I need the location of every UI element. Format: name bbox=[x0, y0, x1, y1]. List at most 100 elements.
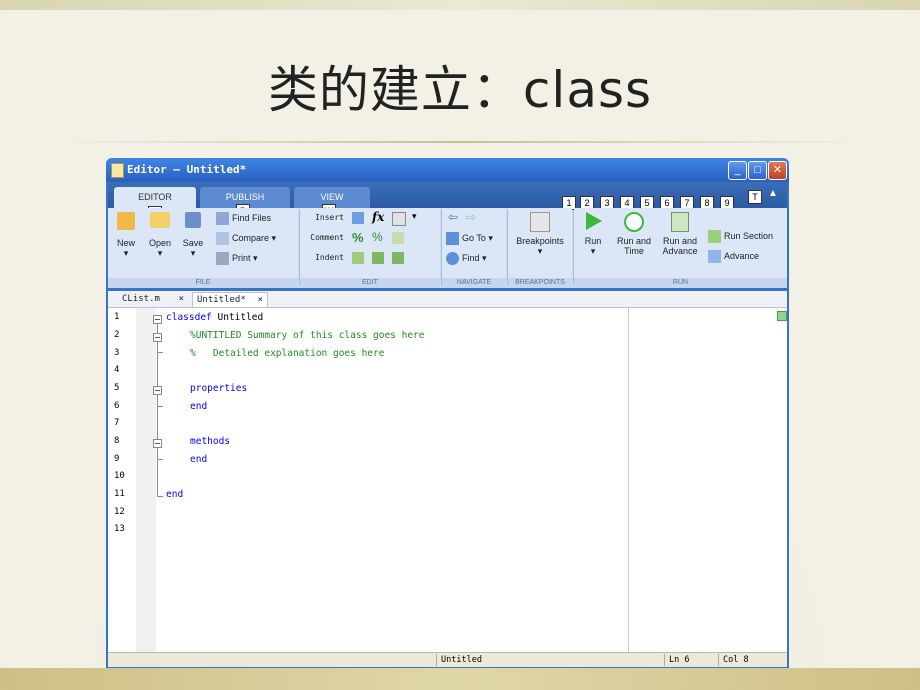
new-icon bbox=[117, 212, 135, 230]
slide-bottom-bar bbox=[0, 668, 920, 690]
advance-button[interactable]: Advance bbox=[708, 248, 759, 264]
close-icon: ✕ bbox=[772, 164, 783, 176]
fold-end-tick bbox=[157, 352, 163, 353]
status-file: Untitled bbox=[436, 654, 661, 666]
group-label-navigate: NAVIGATE bbox=[442, 278, 506, 288]
fx-icon[interactable]: fx bbox=[372, 210, 384, 224]
code-editor[interactable]: 1 2 3 4 5 6 7 8 9 10 11 12 13 classdef U… bbox=[108, 308, 787, 652]
goto-button[interactable]: Go To ▾ bbox=[446, 230, 493, 246]
smart-indent-icon[interactable] bbox=[352, 252, 364, 264]
maximize-button[interactable]: □ bbox=[748, 161, 767, 180]
help-badge-t[interactable]: T bbox=[748, 190, 762, 204]
run-and-advance-button[interactable]: Run and Advance bbox=[658, 212, 702, 256]
fold-toggle-icon[interactable] bbox=[153, 315, 162, 324]
code-line: % Detailed explanation goes here bbox=[190, 348, 385, 359]
comment-button[interactable]: Comment bbox=[300, 230, 344, 246]
line-number: 12 bbox=[114, 507, 125, 517]
compare-button[interactable]: Compare ▾ bbox=[216, 230, 276, 246]
code-analyzer-status-icon[interactable] bbox=[777, 311, 787, 321]
title-divider bbox=[48, 141, 874, 143]
minimize-icon: _ bbox=[734, 164, 741, 176]
indent-button[interactable]: Indent bbox=[304, 250, 344, 266]
line-number: 11 bbox=[114, 489, 125, 499]
run-and-time-button[interactable]: Run and Time bbox=[614, 212, 654, 256]
find-files-button[interactable]: Find Files bbox=[216, 210, 271, 226]
advance-icon bbox=[708, 250, 721, 264]
fold-guide-line bbox=[157, 324, 158, 496]
goto-icon bbox=[446, 232, 459, 246]
document-tabs: CList.m × Untitled* × bbox=[108, 291, 787, 308]
open-button[interactable]: Open ▾ bbox=[146, 212, 174, 259]
minimize-button[interactable]: _ bbox=[728, 161, 747, 180]
code-line: end bbox=[190, 454, 208, 465]
print-icon bbox=[216, 252, 229, 266]
group-label-edit: EDIT bbox=[300, 278, 440, 288]
code-line: methods bbox=[190, 436, 231, 447]
fold-end-tick bbox=[157, 406, 163, 407]
right-text-margin bbox=[628, 308, 629, 652]
breakpoints-icon bbox=[530, 212, 550, 232]
code-line: classdef Untitled bbox=[166, 312, 264, 323]
uncomment-icon[interactable]: % bbox=[372, 230, 383, 244]
ribbon: EDITOR PUBLISH VIEW E B W 1 2 3 4 5 6 7 … bbox=[108, 182, 787, 288]
line-number: 10 bbox=[114, 471, 125, 481]
doc-tab-untitled[interactable]: Untitled* × bbox=[192, 292, 268, 307]
group-label-file: FILE bbox=[108, 278, 298, 288]
find-button[interactable]: Find ▾ bbox=[446, 250, 487, 266]
fold-toggle-icon[interactable] bbox=[153, 439, 162, 448]
slide-title: 类的建立：class bbox=[267, 61, 653, 119]
line-number: 2 bbox=[114, 330, 120, 340]
window-title: Editor – Untitled* bbox=[127, 163, 247, 176]
save-icon bbox=[185, 212, 201, 228]
line-number: 8 bbox=[114, 436, 120, 446]
status-bar: Untitled Ln 6 Col 8 bbox=[108, 652, 787, 667]
print-button[interactable]: Print ▾ bbox=[216, 250, 258, 266]
fold-end-tick bbox=[157, 459, 163, 460]
tab-editor[interactable]: EDITOR bbox=[114, 187, 196, 208]
increase-indent-icon[interactable] bbox=[372, 252, 384, 264]
close-tab-icon[interactable]: × bbox=[258, 293, 263, 307]
status-column: Col 8 bbox=[718, 654, 773, 666]
compare-icon bbox=[216, 232, 229, 246]
run-button[interactable]: Run ▾ bbox=[578, 212, 608, 257]
insert-dropdown-icon[interactable]: ▾ bbox=[412, 211, 417, 222]
window-titlebar[interactable]: Editor – Untitled* _ □ ✕ bbox=[106, 158, 789, 182]
folder-icon bbox=[150, 212, 170, 228]
close-tab-icon[interactable]: × bbox=[179, 292, 184, 306]
comment-percent-icon[interactable]: % bbox=[352, 230, 364, 245]
decrease-indent-icon[interactable] bbox=[392, 252, 404, 264]
navigate-group: ⇦ ⇨ Go To ▾ Find ▾ NAVIGATE bbox=[442, 208, 506, 288]
run-play-icon bbox=[586, 212, 602, 230]
line-number: 7 bbox=[114, 418, 120, 428]
line-number: 13 bbox=[114, 524, 125, 534]
new-button[interactable]: New ▾ bbox=[114, 212, 138, 259]
line-number: 4 bbox=[114, 365, 120, 375]
code-line: end bbox=[190, 401, 208, 412]
maximize-icon: □ bbox=[754, 164, 761, 176]
insert-section-icon[interactable] bbox=[352, 212, 364, 224]
insert-button[interactable]: Insert bbox=[304, 210, 344, 226]
code-line: end bbox=[166, 489, 184, 500]
back-arrow-icon[interactable]: ⇦ bbox=[448, 210, 458, 224]
fold-toggle-icon[interactable] bbox=[153, 333, 162, 342]
line-number: 9 bbox=[114, 454, 120, 464]
line-number-gutter: 1 2 3 4 5 6 7 8 9 10 11 12 13 bbox=[108, 308, 136, 652]
collapse-ribbon-icon[interactable]: ▲ bbox=[768, 188, 778, 199]
forward-arrow-icon[interactable]: ⇨ bbox=[466, 210, 476, 224]
fold-toggle-icon[interactable] bbox=[153, 386, 162, 395]
line-number: 3 bbox=[114, 348, 120, 358]
save-button[interactable]: Save ▾ bbox=[180, 212, 206, 259]
run-section-icon bbox=[708, 230, 721, 244]
file-group: New ▾ Open ▾ Save ▾ Find Files Compare ▾ Pr… bbox=[108, 208, 298, 288]
code-line: properties bbox=[190, 383, 248, 394]
wrap-comments-icon[interactable] bbox=[392, 232, 404, 244]
run-section-button[interactable]: Run Section bbox=[708, 228, 773, 244]
run-and-time-icon bbox=[624, 212, 644, 232]
slide-top-bar bbox=[0, 0, 920, 10]
breakpoints-button[interactable]: Breakpoints ▾ bbox=[512, 212, 568, 257]
close-button[interactable]: ✕ bbox=[768, 161, 787, 180]
find-files-icon bbox=[216, 212, 229, 226]
editor-app-icon bbox=[111, 163, 124, 178]
doc-tab-clist[interactable]: CList.m × bbox=[118, 292, 188, 306]
insert-function-icon[interactable] bbox=[392, 212, 406, 226]
